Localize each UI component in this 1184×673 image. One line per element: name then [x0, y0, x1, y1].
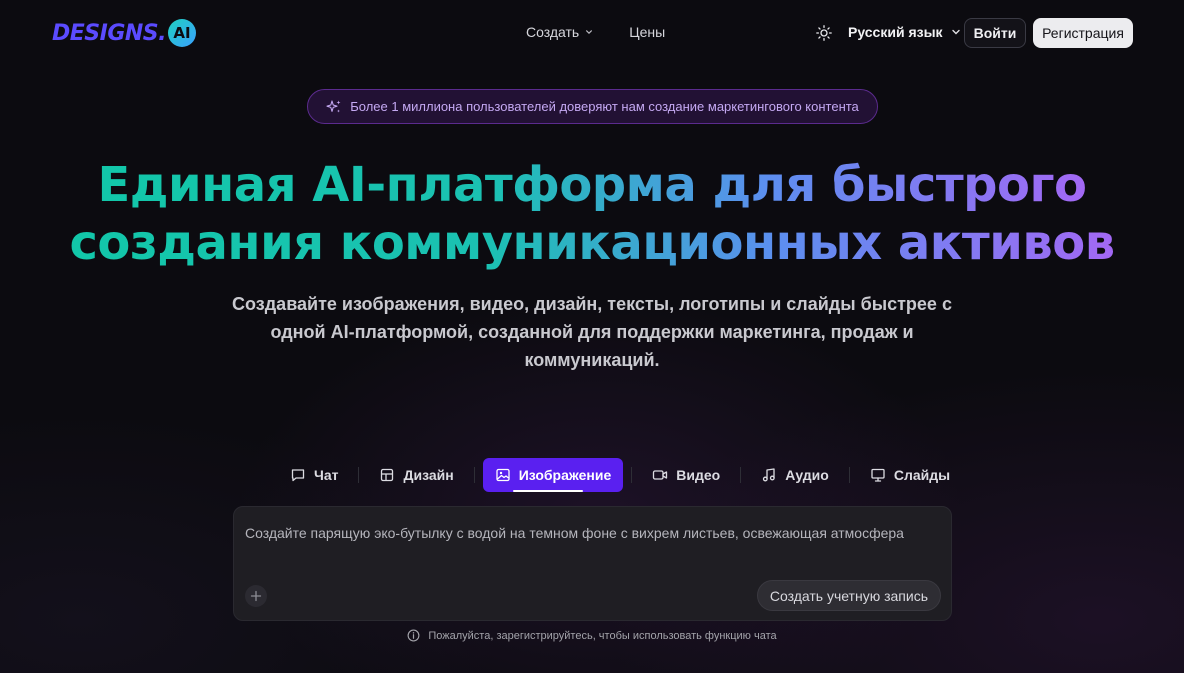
tab-audio-label: Аудио	[785, 467, 829, 483]
mode-tabs: Чат Дизайн Изображение Видео Аудио Слайд…	[278, 458, 962, 492]
prompt-box: Создайте парящую эко-бутылку с водой на …	[233, 506, 952, 621]
presentation-icon	[871, 468, 885, 482]
hero-subtitle: Создавайте изображения, видео, дизайн, т…	[232, 294, 952, 370]
prompt-input[interactable]: Создайте парящую эко-бутылку с водой на …	[245, 523, 935, 543]
tab-slides[interactable]: Слайды	[858, 458, 962, 492]
create-account-button[interactable]: Создать учетную запись	[756, 580, 941, 611]
music-icon	[763, 468, 775, 482]
tab-video-label: Видео	[676, 467, 721, 483]
notice-text: Пожалуйста, зарегистрируйтесь, чтобы исп…	[428, 629, 777, 642]
tab-image[interactable]: Изображение	[482, 458, 624, 492]
tab-chat[interactable]: Чат	[278, 458, 350, 492]
hero-title-line-2: создания коммуникационных активов	[69, 215, 1115, 271]
hero-title-line-1: Единая AI-платформа для быстрого	[97, 157, 1087, 213]
main-nav: Создать Цены	[526, 24, 665, 40]
video-icon	[653, 470, 668, 480]
logo-text: DESIGNS.	[52, 20, 167, 46]
register-button[interactable]: Регистрация	[1033, 18, 1133, 48]
chat-icon	[291, 469, 305, 482]
sparkles-icon	[326, 99, 341, 112]
tab-video[interactable]: Видео	[640, 458, 732, 492]
theme-toggle-button[interactable]	[815, 24, 833, 42]
tab-design-label: Дизайн	[403, 467, 454, 483]
chevron-down-icon	[586, 30, 593, 34]
logo[interactable]: DESIGNS. AI	[52, 18, 196, 48]
logo-badge: AI	[168, 19, 196, 47]
plus-icon	[250, 590, 262, 602]
chevron-down-icon	[951, 29, 960, 35]
hero-title: Единая AI-платформа для быстрого создани…	[0, 156, 1184, 272]
login-button[interactable]: Войти	[964, 18, 1026, 48]
layout-icon	[381, 468, 394, 482]
nav-item-pricing[interactable]: Цены	[629, 24, 665, 40]
promo-text: Более 1 миллиона пользователей доверяют …	[350, 99, 859, 114]
language-label: Русский язык	[848, 24, 943, 40]
tab-divider	[358, 467, 360, 483]
tab-chat-label: Чат	[314, 467, 339, 483]
tab-design[interactable]: Дизайн	[367, 458, 465, 492]
promo-badge: Более 1 миллиона пользователей доверяют …	[307, 89, 878, 124]
nav-item-create[interactable]: Создать	[526, 24, 593, 40]
sun-icon	[816, 25, 832, 41]
language-selector[interactable]: Русский язык	[848, 24, 961, 40]
add-attachment-button[interactable]	[245, 585, 267, 607]
nav-item-create-label: Создать	[526, 24, 580, 40]
image-icon	[496, 468, 510, 482]
nav-item-pricing-label: Цены	[629, 24, 666, 40]
top-header: DESIGNS. AI Создать Цены Русский язык Во…	[0, 0, 1184, 66]
tab-image-label: Изображение	[518, 467, 612, 483]
tab-divider	[848, 467, 850, 483]
info-icon	[407, 629, 420, 642]
tab-audio[interactable]: Аудио	[749, 458, 841, 492]
tab-divider	[740, 467, 742, 483]
signup-notice: Пожалуйста, зарегистрируйтесь, чтобы исп…	[0, 629, 1184, 642]
tab-divider	[473, 467, 475, 483]
tab-divider	[631, 467, 633, 483]
tab-slides-label: Слайды	[893, 467, 951, 483]
